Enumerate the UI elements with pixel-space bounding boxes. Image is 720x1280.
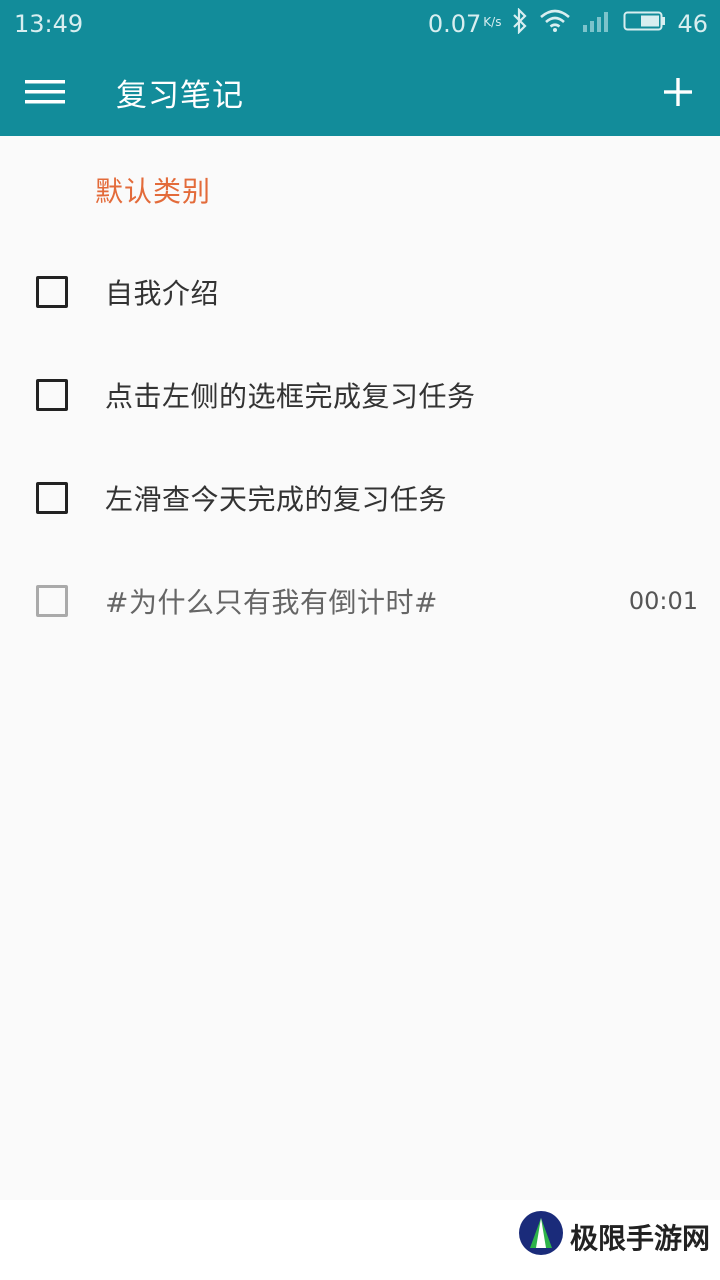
hamburger-menu-icon xyxy=(25,79,65,105)
plus-icon xyxy=(664,78,692,106)
task-text: 自我介绍 xyxy=(105,277,220,310)
bottom-bar: 极限手游网 xyxy=(0,1200,720,1280)
status-bar: 13:49 0.07 K/s 46 xyxy=(0,0,720,48)
watermark-logo-icon xyxy=(518,1210,564,1263)
task-item[interactable]: 点击左侧的选框完成复习任务 xyxy=(0,355,720,435)
task-checkbox[interactable] xyxy=(36,585,68,617)
task-item[interactable]: 自我介绍 xyxy=(0,252,720,332)
task-checkbox[interactable] xyxy=(36,276,68,308)
watermark-text: 极限手游网 xyxy=(569,1221,710,1255)
battery-level: 46 xyxy=(677,10,708,38)
network-speed-unit: K/s xyxy=(483,15,502,29)
signal-icon xyxy=(581,9,613,39)
task-text: 左滑查今天完成的复习任务 xyxy=(105,483,448,516)
task-item[interactable]: 左滑查今天完成的复习任务 xyxy=(0,458,720,538)
watermark: 极限手游网 xyxy=(518,1210,710,1263)
wifi-icon xyxy=(539,9,571,39)
network-speed: 0.07 K/s xyxy=(427,10,502,38)
status-icons: 0.07 K/s 46 xyxy=(427,7,708,40)
task-list-area: 默认类别 自我介绍 点击左侧的选框完成复习任务 左滑查今天完成的复习任务 #为什… xyxy=(0,136,720,1200)
category-label[interactable]: 默认类别 xyxy=(95,170,211,210)
status-time: 13:49 xyxy=(14,10,84,38)
task-checkbox[interactable] xyxy=(36,482,68,514)
menu-button[interactable] xyxy=(0,48,90,136)
add-button[interactable] xyxy=(636,48,720,136)
task-timer: 00:01 xyxy=(628,587,698,615)
task-text: 点击左侧的选框完成复习任务 xyxy=(105,380,476,413)
battery-icon xyxy=(623,9,667,39)
task-text: #为什么只有我有倒计时# xyxy=(105,586,438,619)
task-item[interactable]: #为什么只有我有倒计时# 00:01 xyxy=(0,561,720,641)
bluetooth-icon xyxy=(511,7,529,40)
task-checkbox[interactable] xyxy=(36,379,68,411)
page-title: 复习笔记 xyxy=(116,77,244,114)
app-bar: 复习笔记 xyxy=(0,48,720,136)
